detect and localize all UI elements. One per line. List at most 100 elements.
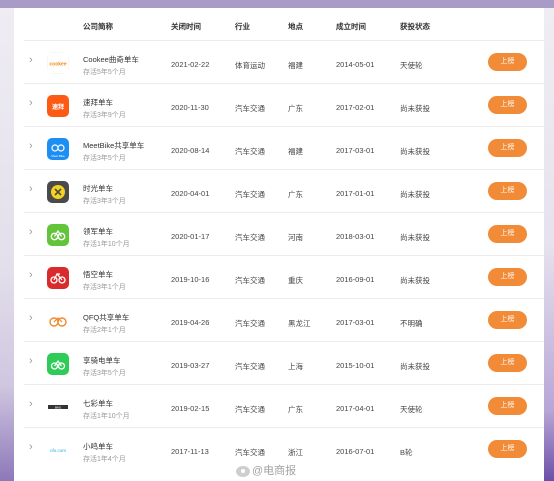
list-button[interactable]: 上榜 [488, 397, 527, 415]
close-date: 2019-02-15 [171, 404, 210, 413]
founded-date: 2017-04-01 [336, 404, 375, 413]
list-button[interactable]: 上榜 [488, 268, 527, 286]
close-date: 2019-03-27 [171, 361, 210, 370]
chevron-right-icon[interactable]: › [29, 184, 33, 195]
founded-date: 2017-03-01 [336, 318, 375, 327]
svg-text:ofo.com: ofo.com [50, 448, 66, 453]
founded-date: 2017-03-01 [336, 146, 375, 155]
industry: 汽车交通 [235, 233, 265, 242]
header-company-name: 公司简称 [83, 22, 113, 31]
company-name[interactable]: 享骑电单车 [83, 355, 121, 366]
funding-status: 尚未获投 [400, 147, 430, 156]
chevron-right-icon[interactable]: › [29, 356, 33, 367]
funding-status: 尚未获投 [400, 362, 430, 371]
table-row[interactable]: › cookee Cookee曲奇单车 存活5年5个月 2021-02-22 体… [24, 40, 544, 84]
list-button[interactable]: 上榜 [488, 96, 527, 114]
founded-date: 2017-02-01 [336, 103, 375, 112]
qfq-logo-icon [47, 310, 69, 332]
chevron-right-icon[interactable]: › [29, 55, 33, 66]
location: 福建 [288, 147, 303, 156]
founded-date: 2016-07-01 [336, 447, 375, 456]
company-name[interactable]: 领军单车 [83, 226, 113, 237]
survival-duration: 存活3年3个月 [83, 198, 126, 205]
table-row[interactable]: › 速拜 速拜单车 存活3年9个月 2020-11-30 汽车交通 广东 201… [24, 83, 544, 127]
founded-date: 2018-03-01 [336, 232, 375, 241]
svg-text:BIKE: BIKE [55, 405, 62, 409]
industry: 汽车交通 [235, 319, 265, 328]
chevron-right-icon[interactable]: › [29, 141, 33, 152]
list-button[interactable]: 上榜 [488, 311, 527, 329]
survival-duration: 存活3年5个月 [83, 370, 126, 377]
chevron-right-icon[interactable]: › [29, 270, 33, 281]
company-name[interactable]: 七彩单车 [83, 398, 113, 409]
header-funding-status: 获投状态 [400, 22, 430, 31]
industry: 汽车交通 [235, 362, 265, 371]
table-row[interactable]: › 时光单车 存活3年3个月 2020-04-01 汽车交通 广东 2017-0… [24, 169, 544, 213]
funding-status: 尚未获投 [400, 233, 430, 242]
survival-duration: 存活1年10个月 [83, 413, 130, 420]
survival-duration: 存活3年9个月 [83, 112, 126, 119]
xiangqi-logo-icon [47, 353, 69, 375]
survival-duration: 存活1年10个月 [83, 241, 130, 248]
company-name[interactable]: 小鸣单车 [83, 441, 113, 452]
company-name[interactable]: 悟空单车 [83, 269, 113, 280]
header-location: 地点 [288, 22, 303, 31]
table-row[interactable]: › 悟空单车 存活3年1个月 2019-10-16 汽车交通 重庆 2016-0… [24, 255, 544, 299]
company-name[interactable]: 时光单车 [83, 183, 113, 194]
svg-text:速拜: 速拜 [52, 103, 64, 111]
weibo-icon [236, 465, 250, 477]
cookee-logo-icon: cookee [47, 52, 69, 74]
close-date: 2021-02-22 [171, 60, 210, 69]
company-table: 公司简称 关闭时间 行业 地点 成立时间 获投状态 › cookee Cooke… [14, 8, 544, 481]
list-button[interactable]: 上榜 [488, 440, 527, 458]
founded-date: 2016-09-01 [336, 275, 375, 284]
list-button[interactable]: 上榜 [488, 53, 527, 71]
close-date: 2017-11-13 [171, 447, 209, 456]
table-row[interactable]: › BIKE 七彩单车 存活1年10个月 2019-02-15 汽车交通 广东 … [24, 384, 544, 428]
header-industry: 行业 [235, 22, 250, 31]
location: 浙江 [288, 448, 303, 457]
wukong-logo-icon [47, 267, 69, 289]
company-name[interactable]: MeetBike共享单车 [83, 140, 144, 151]
location: 福建 [288, 61, 303, 70]
chevron-right-icon[interactable]: › [29, 399, 33, 410]
list-button[interactable]: 上榜 [488, 139, 527, 157]
company-name[interactable]: QFQ共享单车 [83, 312, 129, 323]
list-button[interactable]: 上榜 [488, 182, 527, 200]
watermark-text: @电商报 [252, 465, 297, 477]
industry: 汽车交通 [235, 448, 265, 457]
funding-status: 尚未获投 [400, 276, 430, 285]
funding-status: 不明确 [400, 319, 423, 328]
table-row[interactable]: › 享骑电单车 存活3年5个月 2019-03-27 汽车交通 上海 2015-… [24, 341, 544, 385]
chevron-right-icon[interactable]: › [29, 98, 33, 109]
close-date: 2019-04-26 [171, 318, 210, 327]
header-close-time: 关闭时间 [171, 22, 201, 31]
location: 广东 [288, 190, 303, 199]
industry: 汽车交通 [235, 147, 265, 156]
list-button[interactable]: 上榜 [488, 225, 527, 243]
location: 重庆 [288, 276, 303, 285]
location: 广东 [288, 104, 303, 113]
survival-duration: 存活3年5个月 [83, 155, 126, 162]
location: 河南 [288, 233, 303, 242]
subai-logo-icon: 速拜 [47, 95, 69, 117]
survival-duration: 存活5年5个月 [83, 69, 126, 76]
table-row[interactable]: › Meet Bike MeetBike共享单车 存活3年5个月 2020-08… [24, 126, 544, 170]
company-name[interactable]: Cookee曲奇单车 [83, 54, 139, 65]
chevron-right-icon[interactable]: › [29, 442, 33, 453]
close-date: 2020-01-17 [171, 232, 210, 241]
close-date: 2020-08-14 [171, 146, 210, 155]
svg-text:Meet Bike: Meet Bike [51, 154, 65, 158]
table-row[interactable]: › 领军单车 存活1年10个月 2020-01-17 汽车交通 河南 2018-… [24, 212, 544, 256]
company-name[interactable]: 速拜单车 [83, 97, 113, 108]
industry: 汽车交通 [235, 276, 265, 285]
chevron-right-icon[interactable]: › [29, 227, 33, 238]
chevron-right-icon[interactable]: › [29, 313, 33, 324]
list-button[interactable]: 上榜 [488, 354, 527, 372]
xiaoming-logo-icon: ofo.com [47, 439, 69, 461]
survival-duration: 存活3年1个月 [83, 284, 126, 291]
svg-text:cookee: cookee [49, 62, 66, 68]
table-row[interactable]: › QFQ共享单车 存活2年1个月 2019-04-26 汽车交通 黑龙江 20… [24, 298, 544, 342]
lingjun-logo-icon [47, 224, 69, 246]
header-founded: 成立时间 [336, 22, 366, 31]
